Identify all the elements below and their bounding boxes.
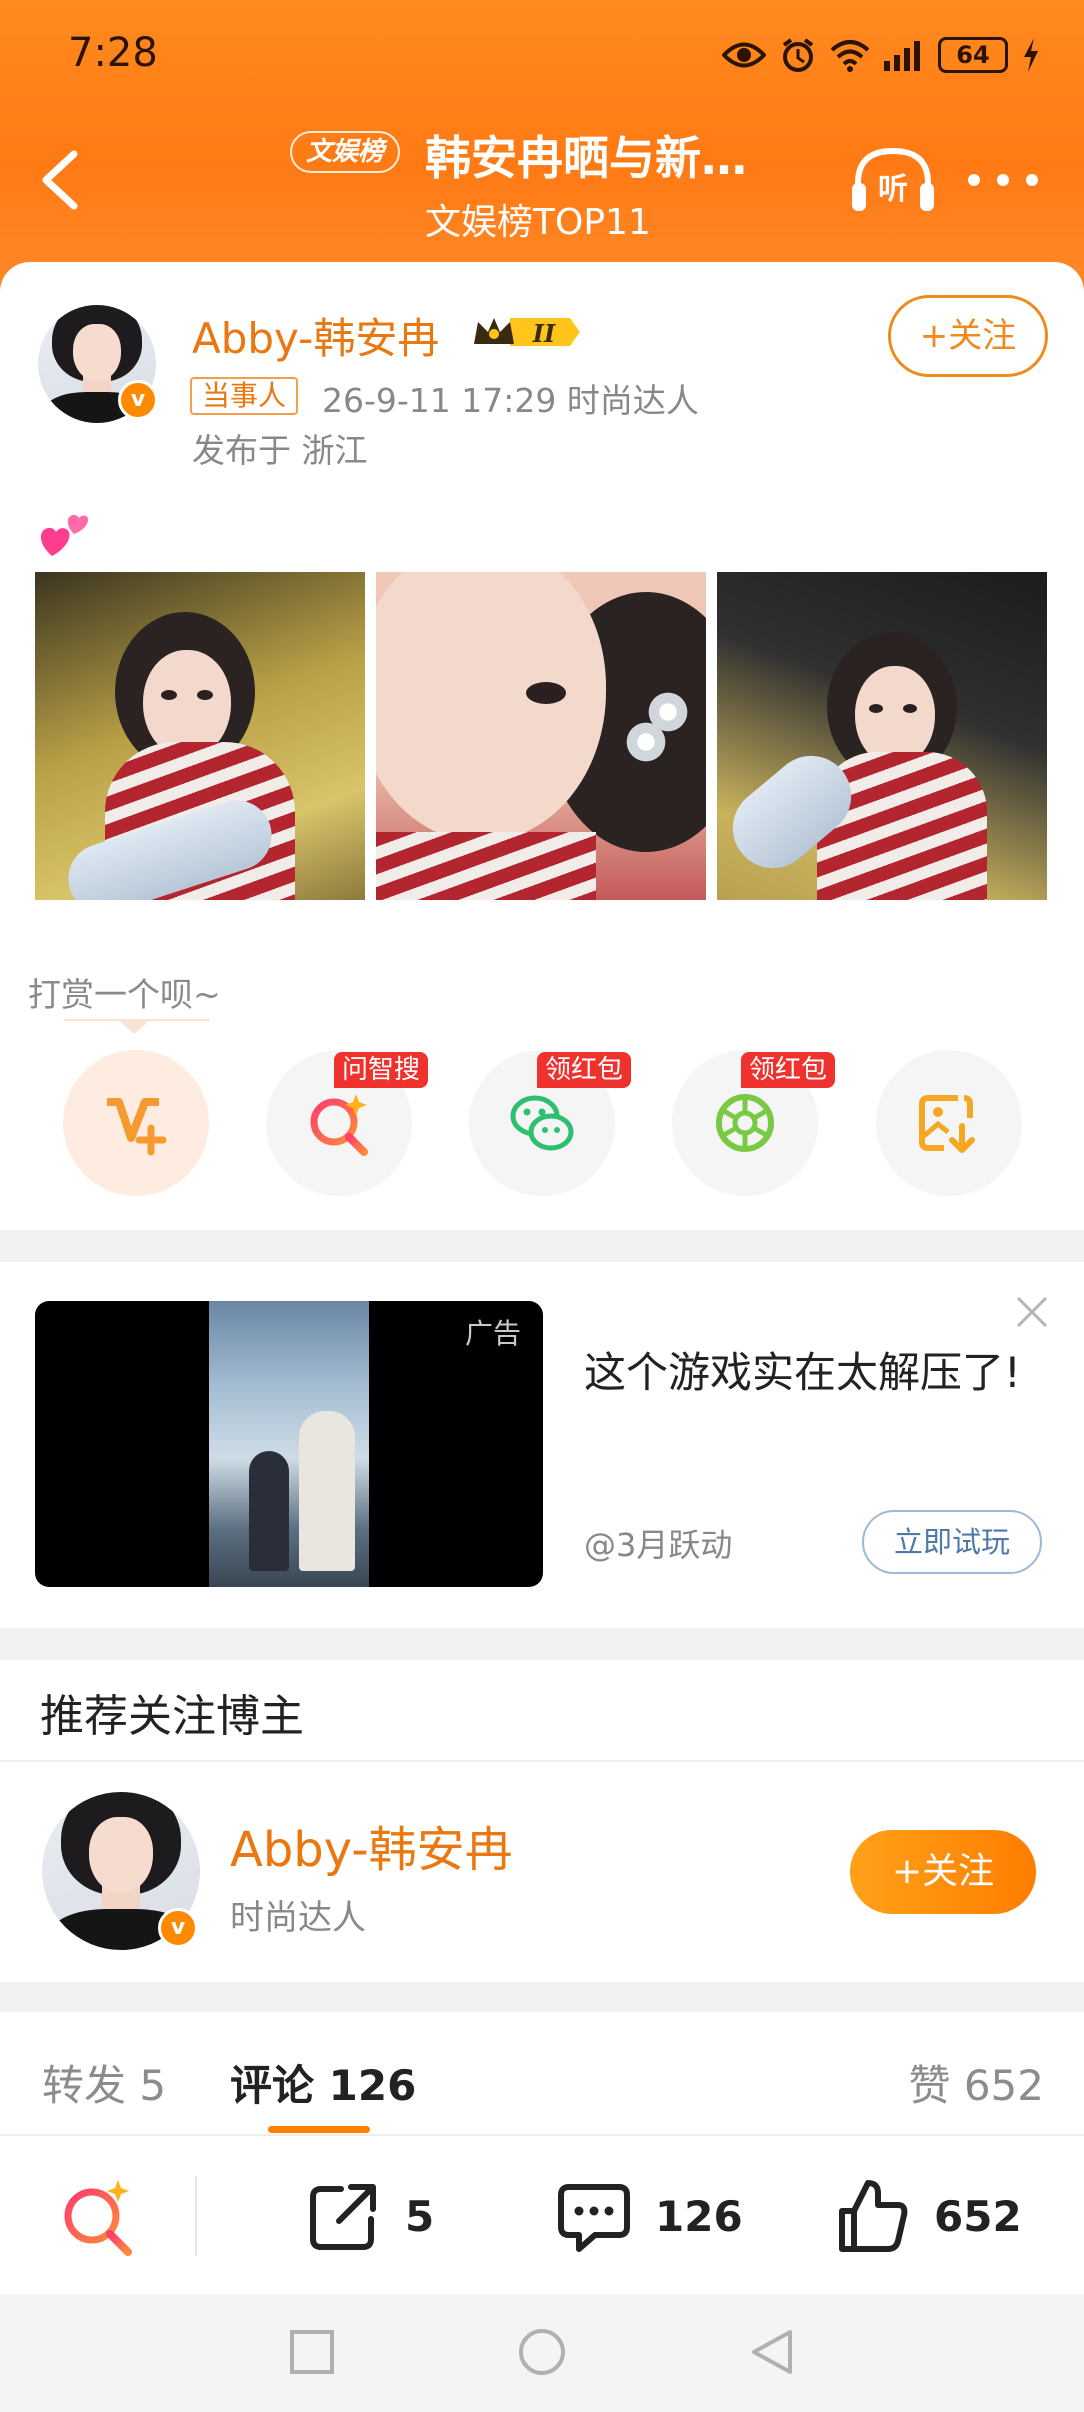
- eye-icon: [722, 42, 766, 68]
- wechat-icon: [510, 1095, 574, 1151]
- status-time: 7:28: [68, 30, 158, 76]
- post-meta: 26-9-11 17:29 时尚达人: [322, 381, 699, 420]
- page-title: 韩安冉晒与新…: [425, 131, 747, 185]
- header: 7:28 64 文娱榜 韩安冉晒与新… 文娱榜TOP11 听: [0, 0, 1084, 300]
- listen-label: 听: [878, 172, 908, 207]
- more-dot-icon: [968, 174, 980, 186]
- home-icon[interactable]: [516, 2326, 568, 2378]
- crown-level-badge-icon[interactable]: II: [470, 312, 582, 352]
- like-count: 652: [934, 2191, 1022, 2241]
- image-striped-top: [376, 832, 596, 900]
- signal-icon: [884, 41, 920, 71]
- ai-search-icon: [310, 1094, 368, 1156]
- back-arrow-icon[interactable]: [38, 150, 82, 210]
- post-image-2[interactable]: [376, 572, 706, 900]
- status-icons: 64: [722, 30, 1040, 80]
- try-now-button[interactable]: 立即试玩: [862, 1510, 1042, 1574]
- ask-search-tag: 问智搜: [334, 1052, 429, 1088]
- ad-handle[interactable]: @3月跃动: [584, 1520, 732, 1566]
- verified-badge-icon: v: [158, 1908, 198, 1948]
- active-tab-indicator: [268, 2126, 370, 2133]
- tip-caret: [118, 1020, 150, 1034]
- image-hairclip: [638, 682, 698, 742]
- post-location: 发布于 浙江: [192, 431, 368, 470]
- wifi-icon: [830, 40, 870, 72]
- separator: [195, 2176, 197, 2256]
- tip-label: 打赏一个呗~: [28, 975, 221, 1014]
- ad-title[interactable]: 这个游戏实在太解压了!: [584, 1343, 1024, 1403]
- battery-level: 64: [938, 37, 1008, 73]
- moments-red-packet-tag: 领红包: [741, 1052, 836, 1088]
- page: 7:28 64 文娱榜 韩安冉晒与新… 文娱榜TOP11 听 v Abby-韩安…: [0, 0, 1084, 2412]
- recent-apps-icon[interactable]: [286, 2326, 338, 2378]
- follow-button[interactable]: +关注: [888, 295, 1048, 377]
- avatar-face: [73, 323, 121, 381]
- headphone-icon: 听: [852, 147, 934, 211]
- back-triangle-icon[interactable]: [746, 2326, 798, 2378]
- author-name[interactable]: Abby-韩安冉: [192, 305, 439, 366]
- moments-icon: [716, 1094, 774, 1152]
- tab-comment[interactable]: 评论 126: [230, 2052, 416, 2113]
- share-icon: [310, 2184, 376, 2250]
- comment-count: 126: [655, 2191, 743, 2241]
- alarm-icon: [782, 38, 814, 72]
- image-eye: [903, 704, 917, 713]
- like-action[interactable]: 652: [834, 2176, 1022, 2256]
- recommend-title: 推荐关注博主: [40, 1691, 304, 1742]
- avatar-face: [89, 1817, 153, 1894]
- ai-search-icon[interactable]: [58, 2176, 138, 2256]
- save-image-button[interactable]: [876, 1050, 1022, 1196]
- recommend-name[interactable]: Abby-韩安冉: [230, 1810, 513, 1880]
- ranking-tag[interactable]: 文娱榜: [290, 131, 401, 173]
- close-icon[interactable]: [1012, 1292, 1052, 1332]
- wechat-red-packet-tag: 领红包: [537, 1052, 632, 1088]
- image-download-icon: [919, 1095, 975, 1153]
- tab-repost[interactable]: 转发 5: [42, 2052, 166, 2113]
- ad-label: 广告: [465, 1317, 522, 1350]
- repost-count: 5: [405, 2191, 435, 2241]
- post-image-1[interactable]: [35, 572, 365, 900]
- more-dot-icon: [1026, 174, 1038, 186]
- image-eye: [197, 690, 213, 700]
- comment-action[interactable]: 126: [555, 2176, 743, 2256]
- page-subtitle[interactable]: 文娱榜TOP11: [425, 193, 651, 245]
- ad-video-frame: [209, 1301, 369, 1587]
- recommend-follow-button[interactable]: +关注: [850, 1830, 1036, 1914]
- badge-level: II: [532, 319, 556, 348]
- vplus-icon: [107, 1098, 167, 1156]
- repost-action[interactable]: 5: [305, 2176, 434, 2256]
- verified-badge-icon: v: [118, 380, 158, 420]
- ad-figure-left: [249, 1451, 289, 1571]
- ad-figure-right: [299, 1411, 355, 1571]
- tab-like[interactable]: 赞 652: [908, 2052, 1044, 2113]
- image-face: [855, 666, 935, 766]
- charging-icon: [1024, 38, 1038, 72]
- role-tag: 当事人: [190, 377, 299, 415]
- image-eye: [161, 690, 177, 700]
- image-eye: [526, 682, 566, 704]
- two-hearts-emoji-icon: [40, 514, 89, 556]
- post-image-3[interactable]: [717, 572, 1047, 900]
- image-eye: [869, 704, 883, 713]
- more-dot-icon: [997, 174, 1009, 186]
- recommend-desc: 时尚达人: [230, 1898, 366, 1938]
- vplus-reward-button[interactable]: [63, 1050, 209, 1196]
- thumbs-up-icon: [839, 2180, 908, 2252]
- comment-icon: [558, 2184, 630, 2252]
- more-button[interactable]: [968, 168, 1038, 192]
- listen-button[interactable]: 听: [850, 145, 936, 215]
